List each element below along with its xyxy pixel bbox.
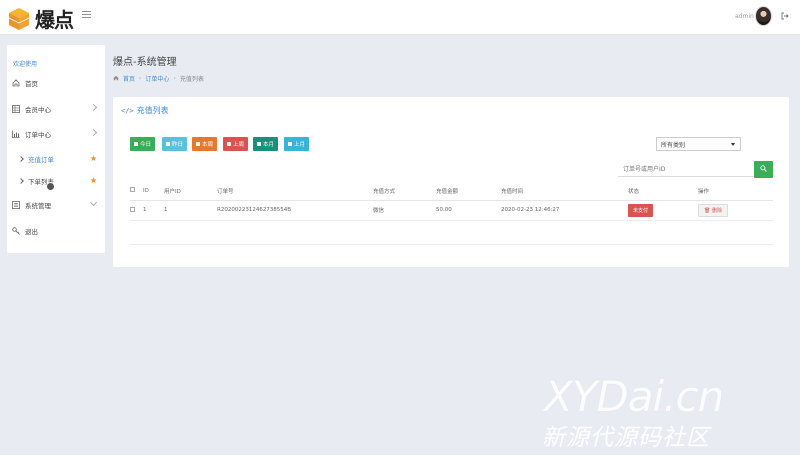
- column-header: 充值时间: [501, 182, 628, 201]
- square-icon: [288, 142, 292, 146]
- table-icon: [12, 105, 20, 113]
- recharge-table: ID 用户ID 订单号 充值方式 充值金额 充值时间 状态 操作 1 1 R20…: [130, 182, 773, 221]
- watermark-text: XYDai.cn: [544, 372, 724, 421]
- cell-action: 🗑 删除: [698, 200, 773, 221]
- breadcrumb-home[interactable]: 首页: [123, 74, 135, 83]
- logo-text: 爆点: [35, 8, 74, 32]
- chevron-right-icon: [89, 103, 98, 112]
- cell-time: 2020-02-23 12:46:27: [501, 200, 628, 221]
- breadcrumb-separator: ›: [139, 75, 142, 82]
- document-icon: [12, 201, 20, 209]
- square-icon: [257, 142, 261, 146]
- square-icon: [227, 142, 231, 146]
- breadcrumb-current: 充值列表: [179, 76, 204, 83]
- home-icon: [12, 79, 20, 87]
- select-all-checkbox[interactable]: [130, 182, 143, 201]
- top-bar: 爆点 admin: [0, 0, 800, 35]
- square-icon: [166, 142, 170, 146]
- column-header: 状态: [628, 182, 698, 201]
- sidebar-item-orders[interactable]: 订单中心: [7, 127, 105, 141]
- code-icon: </>: [121, 106, 134, 115]
- category-select-value: 所有类别: [661, 141, 686, 149]
- search-icon: [760, 165, 767, 174]
- category-select[interactable]: 所有类别: [656, 137, 741, 151]
- filter-this-month-button[interactable]: 本月: [253, 137, 279, 151]
- sidebar-item-label: 会员中心: [25, 106, 51, 114]
- logo[interactable]: 爆点: [8, 4, 74, 33]
- sidebar-item-label: 订单中心: [25, 131, 51, 139]
- column-header: 订单号: [217, 182, 373, 201]
- sidebar-item-label: 充值订单: [28, 156, 54, 164]
- cell-method: 微信: [373, 200, 436, 221]
- menu-toggle-icon[interactable]: [82, 11, 91, 21]
- cell-amount: 50.00: [436, 200, 501, 221]
- filter-label: 上周: [233, 142, 245, 148]
- delete-label: 删除: [711, 207, 722, 214]
- square-icon: [134, 142, 138, 146]
- search-input[interactable]: [618, 162, 754, 177]
- bar-chart-icon: [12, 130, 20, 138]
- sidebar-item-label: 首页: [25, 80, 38, 88]
- page-title: 爆点-系统管理: [113, 57, 177, 68]
- home-icon: [113, 75, 119, 83]
- watermark-subtext: 新源代源码社区: [542, 425, 710, 451]
- chevron-right-icon: [89, 128, 98, 137]
- chevron-right-icon: [18, 178, 24, 184]
- breadcrumb: 首页 › 订单中心 › 充值列表: [113, 74, 204, 83]
- sidebar-item-home[interactable]: 首页: [7, 76, 105, 90]
- status-badge: 未支付: [628, 203, 654, 217]
- filter-label: 今日: [140, 142, 152, 148]
- sidebar-item-label: 系统管理: [25, 202, 51, 210]
- cell-user-id: 1: [164, 200, 217, 221]
- row-checkbox[interactable]: [130, 200, 143, 221]
- column-header: 充值金额: [436, 182, 501, 201]
- caret-down-icon: [731, 143, 735, 146]
- breadcrumb-separator: ›: [173, 75, 176, 82]
- filter-this-week-button[interactable]: 本周: [192, 137, 218, 151]
- column-header: 充值方式: [373, 182, 436, 201]
- filter-last-month-button[interactable]: 上月: [284, 137, 310, 151]
- avatar[interactable]: [755, 6, 772, 26]
- filter-label: 本周: [202, 142, 214, 148]
- sidebar-item-logout[interactable]: 退出: [7, 224, 105, 238]
- filter-label: 昨日: [172, 142, 184, 148]
- filter-today-button[interactable]: 今日: [130, 137, 156, 151]
- mouse-cursor-icon: [46, 182, 55, 191]
- table-header-row: ID 用户ID 订单号 充值方式 充值金额 充值时间 状态 操作: [130, 182, 773, 201]
- breadcrumb-orders[interactable]: 订单中心: [145, 74, 169, 83]
- sidebar-item-members[interactable]: 会员中心: [7, 102, 105, 116]
- column-header: 操作: [698, 182, 773, 201]
- divider: [130, 244, 773, 245]
- filter-label: 本月: [263, 142, 275, 148]
- cell-status: 未支付: [628, 200, 698, 221]
- cell-id: 1: [143, 200, 164, 221]
- sidebar-item-order-list[interactable]: 下单列表 ★: [7, 174, 105, 188]
- chevron-down-icon: [89, 198, 98, 207]
- card-header: </> 充值列表: [121, 105, 169, 116]
- filter-yesterday-button[interactable]: 昨日: [162, 137, 188, 151]
- filter-label: 上月: [294, 142, 306, 148]
- table-row: 1 1 R2020022312462738554B 微信 50.00 2020-…: [130, 200, 773, 221]
- search-button[interactable]: [754, 161, 773, 178]
- star-icon: ★: [89, 176, 97, 185]
- column-header: ID: [143, 182, 164, 201]
- sidebar-item-system[interactable]: 系统管理: [7, 198, 105, 212]
- square-icon: [196, 142, 200, 146]
- key-icon: [12, 227, 20, 235]
- card-title: 充值列表: [136, 106, 169, 115]
- sidebar-item-recharge-orders[interactable]: 充值订单 ★: [7, 152, 105, 166]
- logo-cube-icon: [8, 7, 30, 31]
- sidebar-title: 欢迎使用: [13, 61, 38, 68]
- user-name[interactable]: admin: [735, 13, 754, 20]
- filter-last-week-button[interactable]: 上周: [223, 137, 249, 151]
- star-icon: ★: [89, 154, 97, 163]
- chevron-right-icon: [18, 156, 24, 162]
- sidebar: 欢迎使用 首页 会员中心 订单中心 充值订单 ★ 下单列表 ★ 系统管理 退出: [7, 45, 105, 253]
- recharge-list-card: </> 充值列表 今日 昨日 本周 上周 本月 上月 所有类别 订单号或用户ID…: [113, 97, 789, 267]
- column-header: 用户ID: [164, 182, 217, 201]
- logout-icon[interactable]: [781, 12, 789, 20]
- cell-order-no: R2020022312462738554B: [217, 200, 373, 221]
- delete-button[interactable]: 🗑 删除: [698, 203, 728, 217]
- sidebar-item-label: 退出: [25, 228, 38, 236]
